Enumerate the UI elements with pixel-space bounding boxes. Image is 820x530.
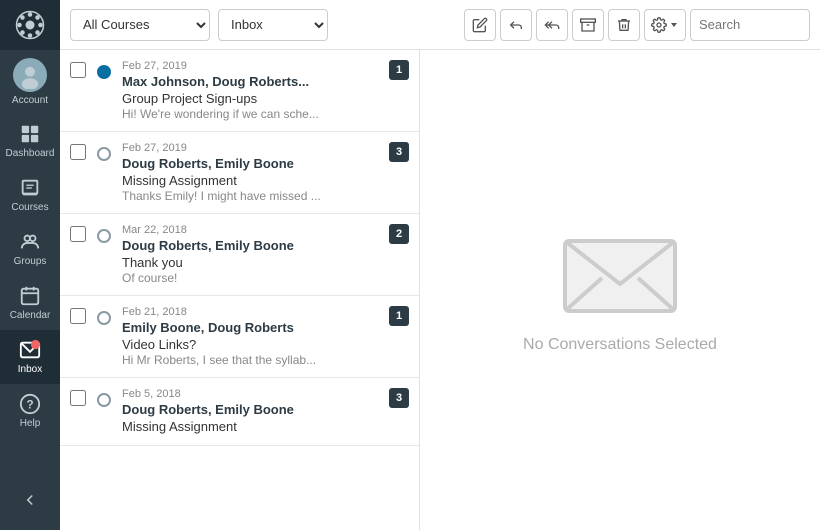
sidebar-bottom bbox=[0, 480, 60, 530]
message-list: Feb 27, 2019 Max Johnson, Doug Roberts..… bbox=[60, 50, 420, 530]
message-body: Feb 5, 2018 Doug Roberts, Emily Boone Mi… bbox=[122, 388, 409, 435]
read-indicator bbox=[97, 229, 111, 243]
message-item[interactable]: Mar 22, 2018 Doug Roberts, Emily Boone T… bbox=[60, 214, 419, 296]
main-content: All Courses Inbox bbox=[60, 0, 820, 530]
message-badge: 3 bbox=[389, 388, 409, 408]
message-sender: Doug Roberts, Emily Boone bbox=[122, 238, 409, 253]
message-body: Mar 22, 2018 Doug Roberts, Emily Boone T… bbox=[122, 224, 409, 285]
toolbar-icons bbox=[464, 9, 810, 41]
message-preview: Thanks Emily! I might have missed ... bbox=[122, 189, 409, 203]
message-date: Mar 22, 2018 bbox=[122, 224, 409, 236]
inbox-select[interactable]: Inbox bbox=[218, 9, 328, 41]
empty-state: No Conversations Selected bbox=[420, 50, 820, 530]
message-checkbox[interactable] bbox=[70, 226, 86, 242]
message-subject: Missing Assignment bbox=[122, 173, 409, 188]
sidebar-item-groups[interactable]: Groups bbox=[0, 222, 60, 276]
message-badge: 2 bbox=[389, 224, 409, 244]
sidebar-item-label: Dashboard bbox=[6, 148, 55, 159]
message-avatar bbox=[94, 62, 114, 82]
compose-button[interactable] bbox=[464, 9, 496, 41]
sidebar: Account Dashboard Courses Groups Calenda… bbox=[0, 0, 60, 530]
sidebar-item-label: Account bbox=[12, 95, 48, 106]
message-badge: 3 bbox=[389, 142, 409, 162]
body-area: Feb 27, 2019 Max Johnson, Doug Roberts..… bbox=[60, 50, 820, 530]
read-indicator bbox=[97, 393, 111, 407]
message-subject: Missing Assignment bbox=[122, 419, 409, 434]
sidebar-item-label: Groups bbox=[14, 256, 47, 267]
message-preview: Hi Mr Roberts, I see that the syllab... bbox=[122, 353, 409, 367]
sidebar-item-dashboard[interactable]: Dashboard bbox=[0, 114, 60, 168]
avatar bbox=[13, 58, 47, 92]
svg-text:?: ? bbox=[26, 398, 33, 412]
settings-button[interactable] bbox=[644, 9, 686, 41]
sidebar-item-calendar[interactable]: Calendar bbox=[0, 276, 60, 330]
message-preview: Hi! We're wondering if we can sche... bbox=[122, 107, 409, 121]
message-subject: Group Project Sign-ups bbox=[122, 91, 409, 106]
reply-all-button[interactable] bbox=[536, 9, 568, 41]
toolbar: All Courses Inbox bbox=[60, 0, 820, 50]
message-checkbox[interactable] bbox=[70, 390, 86, 406]
sidebar-item-help[interactable]: ? Help bbox=[0, 384, 60, 438]
message-avatar bbox=[94, 226, 114, 246]
message-badge: 1 bbox=[389, 60, 409, 80]
sidebar-item-label: Courses bbox=[11, 202, 48, 213]
message-avatar bbox=[94, 390, 114, 410]
archive-button[interactable] bbox=[572, 9, 604, 41]
sidebar-item-label: Help bbox=[20, 418, 41, 429]
message-avatar bbox=[94, 308, 114, 328]
message-body: Feb 27, 2019 Max Johnson, Doug Roberts..… bbox=[122, 60, 409, 121]
message-preview: Of course! bbox=[122, 271, 409, 285]
message-date: Feb 27, 2019 bbox=[122, 142, 409, 154]
message-item[interactable]: Feb 27, 2019 Doug Roberts, Emily Boone M… bbox=[60, 132, 419, 214]
message-sender: Emily Boone, Doug Roberts bbox=[122, 320, 409, 335]
sidebar-logo bbox=[0, 0, 60, 50]
message-body: Feb 27, 2019 Doug Roberts, Emily Boone M… bbox=[122, 142, 409, 203]
sidebar-item-courses[interactable]: Courses bbox=[0, 168, 60, 222]
reply-button[interactable] bbox=[500, 9, 532, 41]
message-date: Feb 21, 2018 bbox=[122, 306, 409, 318]
message-checkbox[interactable] bbox=[70, 62, 86, 78]
unread-indicator bbox=[97, 65, 111, 79]
message-sender: Doug Roberts, Emily Boone bbox=[122, 156, 409, 171]
collapse-button[interactable] bbox=[0, 480, 60, 520]
message-checkbox[interactable] bbox=[70, 144, 86, 160]
message-badge: 1 bbox=[389, 306, 409, 326]
message-sender: Doug Roberts, Emily Boone bbox=[122, 402, 409, 417]
message-item[interactable]: Feb 27, 2019 Max Johnson, Doug Roberts..… bbox=[60, 50, 419, 132]
message-subject: Video Links? bbox=[122, 337, 409, 352]
delete-button[interactable] bbox=[608, 9, 640, 41]
message-body: Feb 21, 2018 Emily Boone, Doug Roberts V… bbox=[122, 306, 409, 367]
sidebar-item-label: Calendar bbox=[10, 310, 51, 321]
sidebar-item-account[interactable]: Account bbox=[0, 50, 60, 114]
sidebar-item-inbox[interactable]: Inbox bbox=[0, 330, 60, 384]
message-subject: Thank you bbox=[122, 255, 409, 270]
message-sender: Max Johnson, Doug Roberts... bbox=[122, 74, 409, 89]
message-checkbox[interactable] bbox=[70, 308, 86, 324]
sidebar-item-label: Inbox bbox=[18, 364, 42, 375]
read-indicator bbox=[97, 311, 111, 325]
empty-state-text: No Conversations Selected bbox=[523, 336, 717, 354]
message-item[interactable]: Feb 21, 2018 Emily Boone, Doug Roberts V… bbox=[60, 296, 419, 378]
message-avatar bbox=[94, 144, 114, 164]
message-item[interactable]: Feb 5, 2018 Doug Roberts, Emily Boone Mi… bbox=[60, 378, 419, 446]
message-date: Feb 27, 2019 bbox=[122, 60, 409, 72]
courses-select[interactable]: All Courses bbox=[70, 9, 210, 41]
read-indicator bbox=[97, 147, 111, 161]
search-input[interactable] bbox=[690, 9, 810, 41]
message-date: Feb 5, 2018 bbox=[122, 388, 409, 400]
